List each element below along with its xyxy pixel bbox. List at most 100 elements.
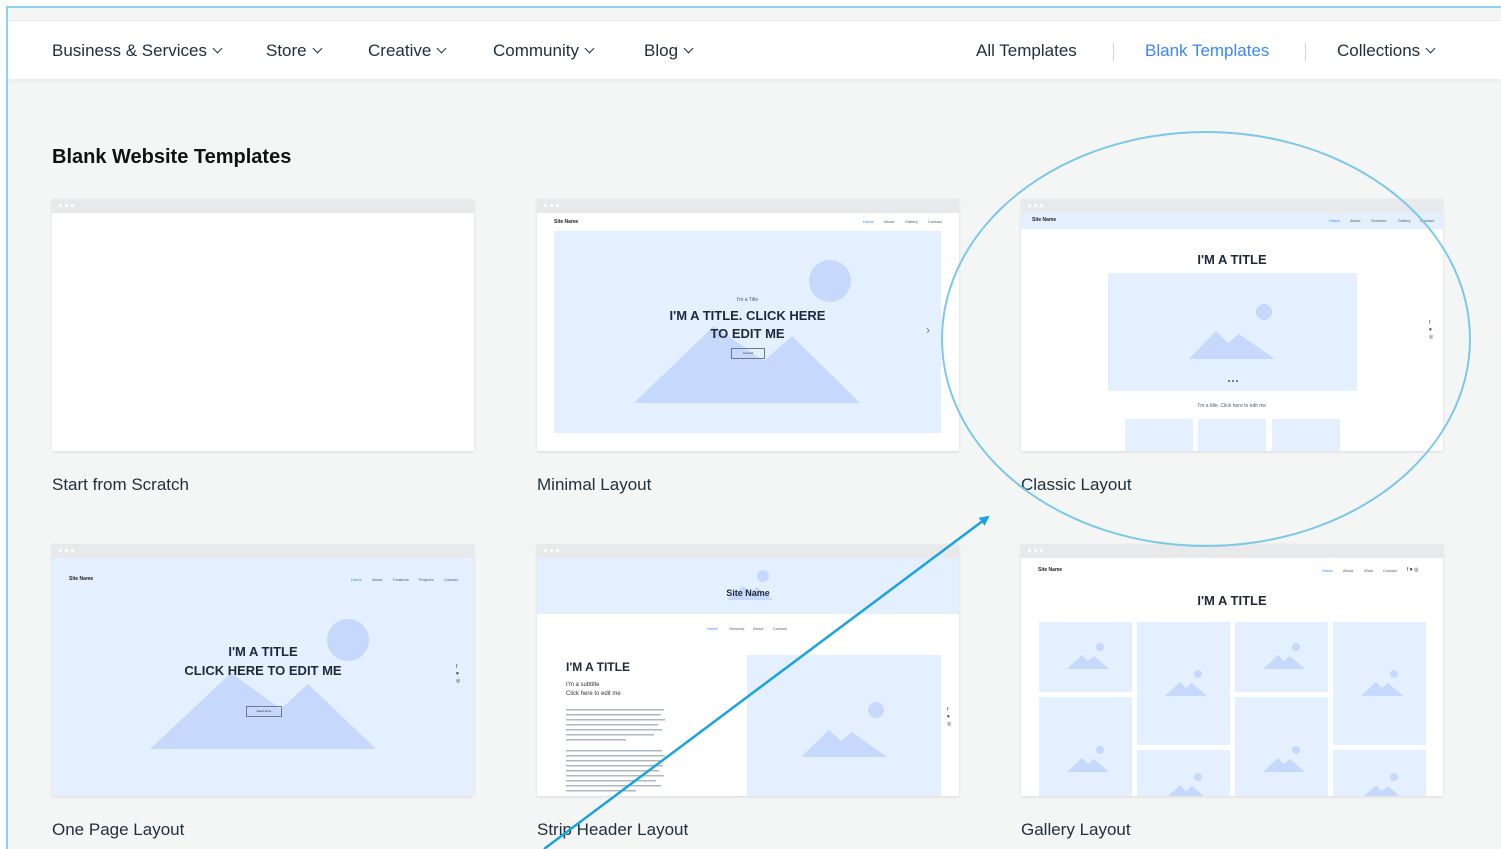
- preview-menu-item: About: [884, 219, 895, 224]
- social-icons: f ♥ ◎: [456, 664, 461, 684]
- preview-headline: CLICK HERE TO EDIT ME: [184, 663, 342, 678]
- preview-menu-item: Contact: [1383, 568, 1397, 573]
- preview-button: Contact: [731, 348, 765, 359]
- image-placeholder-icon: [727, 570, 773, 600]
- preview-image: [747, 655, 941, 796]
- template-card-strip-header[interactable]: Site Name Home Services About Contact I'…: [537, 544, 959, 796]
- preview-paragraph-lines: [566, 709, 665, 792]
- preview-title: I'M A TITLE: [1197, 252, 1267, 267]
- preview-title: I'M A TITLE: [1197, 593, 1267, 608]
- browser-bar: [52, 544, 474, 558]
- preview-thumb: [1198, 419, 1266, 451]
- preview-menu-item: Home: [1322, 568, 1333, 573]
- chevron-right-icon: ›: [926, 323, 930, 337]
- template-card-classic[interactable]: Site Name Home About Services Gallery Co…: [1021, 199, 1443, 451]
- browser-bar: [537, 199, 959, 213]
- preview-menu-item: About: [1350, 218, 1361, 223]
- nav-label: Community: [493, 41, 579, 60]
- preview-menu-item: Contact: [928, 219, 942, 224]
- chevron-down-icon: [436, 43, 447, 54]
- preview-button: Read More: [246, 706, 282, 717]
- chevron-down-icon: [212, 43, 223, 54]
- nav-collections[interactable]: Collections: [1337, 41, 1436, 61]
- template-label[interactable]: Strip Header Layout: [537, 820, 688, 840]
- preview-thumb: [1272, 419, 1340, 451]
- image-placeholder-icon: [801, 702, 887, 757]
- nav-label: Collections: [1337, 41, 1421, 60]
- template-label[interactable]: One Page Layout: [52, 820, 184, 840]
- image-placeholder-icon: [1189, 304, 1275, 382]
- preview-headline: I'M A TITLE: [228, 644, 298, 659]
- chevron-down-icon: [683, 43, 694, 54]
- template-label[interactable]: Start from Scratch: [52, 475, 189, 495]
- template-card-one-page[interactable]: Site Name Home About Features Projects C…: [52, 544, 474, 796]
- preview-menu-item: Home: [863, 219, 874, 224]
- preview-menu-item: Gallery: [1398, 218, 1411, 223]
- template-card-scratch[interactable]: [52, 199, 474, 451]
- browser-bar: [1021, 199, 1443, 213]
- preview-menu-item: Contact: [773, 626, 787, 631]
- browser-bar: [537, 544, 959, 558]
- nav-creative[interactable]: Creative: [368, 41, 447, 61]
- preview-hero-image: I'm a Title I'M A TITLE. CLICK HERE TO E…: [554, 231, 941, 433]
- preview-menu-item: Services: [729, 626, 745, 631]
- preview-menu-item: Contact: [444, 577, 458, 582]
- chevron-down-icon: [584, 43, 595, 54]
- preview-menu-item: Projects: [419, 577, 434, 582]
- preview-site-name: Site Name: [1038, 567, 1063, 573]
- preview-headline: TO EDIT ME: [710, 326, 785, 341]
- preview-site-name: Site Name: [726, 588, 770, 598]
- template-label[interactable]: Gallery Layout: [1021, 820, 1131, 840]
- template-label[interactable]: Classic Layout: [1021, 475, 1132, 495]
- preview-menu-item: Gallery: [905, 219, 918, 224]
- preview-menu-item: Home: [1329, 218, 1340, 223]
- preview-kicker: I'm a Title: [736, 297, 759, 303]
- preview-caption: I'm a title. Click here to edit me: [1197, 403, 1267, 409]
- preview-title: I'M A TITLE: [566, 660, 630, 674]
- template-card-gallery[interactable]: Site Name Home About Work Contact f ♥ ◎ …: [1021, 544, 1443, 796]
- preview-image: [1108, 273, 1357, 391]
- nav-label: Business & Services: [52, 41, 207, 60]
- gallery-grid: [1039, 622, 1426, 796]
- nav-community[interactable]: Community: [493, 41, 595, 61]
- category-navbar: Business & Services Store Creative Commu…: [8, 20, 1501, 79]
- preview-menu-item: Work: [1364, 568, 1374, 573]
- social-icons: f ♥ ◎: [1407, 567, 1419, 573]
- nav-divider: [1305, 43, 1306, 61]
- template-label[interactable]: Minimal Layout: [537, 475, 651, 495]
- preview-subtitle: I'm a subtitle: [566, 682, 600, 688]
- social-icons: f ♥ ◎: [947, 707, 952, 727]
- nav-label: Blog: [644, 41, 679, 60]
- preview-menu-item: About: [372, 577, 383, 582]
- nav-blog[interactable]: Blog: [644, 41, 694, 61]
- nav-label: Creative: [368, 41, 432, 60]
- nav-all-templates[interactable]: All Templates: [976, 41, 1077, 61]
- nav-label: Store: [266, 41, 307, 60]
- chevron-down-icon: [1425, 43, 1436, 54]
- social-icons: f ♥ ◎: [1429, 320, 1434, 340]
- preview-menu-item: About: [753, 626, 764, 631]
- preview-menu-item: About: [1343, 568, 1354, 573]
- preview-headline: I'M A TITLE. CLICK HERE: [669, 308, 826, 323]
- preview-strip-header: [537, 558, 959, 614]
- preview-menu-item: Contact: [1420, 218, 1434, 223]
- preview-site-name: Site Name: [69, 576, 94, 582]
- preview-menu-item: Features: [393, 577, 409, 582]
- preview-menu-item: Home: [707, 626, 718, 631]
- preview-site-name: Site Name: [554, 219, 579, 225]
- page-frame: Business & Services Store Creative Commu…: [6, 6, 1501, 849]
- preview-thumb: [1125, 419, 1193, 451]
- nav-business-services[interactable]: Business & Services: [52, 41, 223, 61]
- preview-subtitle: Click here to edit me: [566, 691, 621, 697]
- preview-menu-item: Home: [351, 577, 362, 582]
- nav-blank-templates[interactable]: Blank Templates: [1145, 41, 1269, 61]
- nav-store[interactable]: Store: [266, 41, 323, 61]
- browser-bar: [52, 199, 474, 213]
- preview-site-name: Site Name: [1032, 217, 1057, 223]
- chevron-down-icon: [312, 43, 323, 54]
- template-card-minimal[interactable]: Site Name Home About Gallery Contact I'm…: [537, 199, 959, 451]
- browser-bar: [1021, 544, 1443, 558]
- section-title: Blank Website Templates: [52, 146, 292, 168]
- nav-divider: [1113, 43, 1114, 61]
- preview-menu-item: Services: [1371, 218, 1387, 223]
